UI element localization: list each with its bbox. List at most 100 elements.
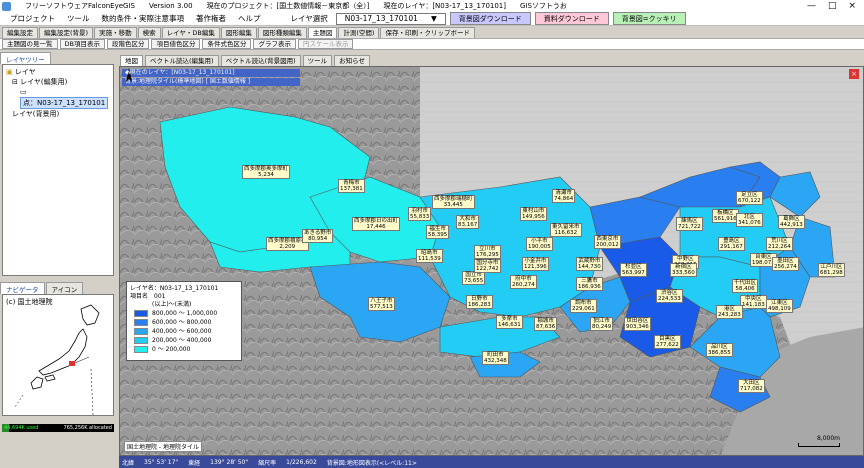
lon-value: 139° 28' 50" [210,458,249,466]
map-credit: 国土地理院 - 地理院タイル [124,441,202,452]
tab-shape-type-edit[interactable]: 図形種類編集 [257,27,307,38]
map-close-button[interactable]: × [849,69,859,79]
tab-shape-edit[interactable]: 図形編集 [220,27,257,38]
main-tabs: 編集設定 編集設定(背景) 実施・移動 検索 レイヤ・DB編集 図形編集 図形種… [0,27,864,38]
layer-select[interactable]: N03-17_13_170101 ▼ [335,12,446,25]
tab-thematic-map[interactable]: 主題図 [307,27,338,38]
region-label: 江東区 498,109 [766,299,793,313]
legend-unit: (以上)〜(未満) [152,301,192,308]
tab-tools[interactable]: ツール [302,55,333,66]
region-label: 三鷹市 186,936 [576,277,603,291]
app-version: Version 3.00 [149,2,193,10]
region-label: 昭島市 111,539 [416,249,443,263]
lat-label: 北緯 [122,459,135,467]
region-label: 大田区 717,082 [738,379,765,393]
tree-group-bg[interactable]: レイヤ(背景用) [6,109,110,119]
map-tabs: 地図 ベクトル読込(編集用) ベクトル読込(背景図用) ツール お知らせ [120,55,371,66]
region-label: 中央区 141,183 [740,295,767,309]
scale-label: 8,000m [816,435,840,442]
tree-root[interactable]: ▣ レイヤ [6,67,110,77]
memory-bar: 44,694K used 765,256K allocated [2,424,114,432]
legend-swatch [134,328,148,335]
north-label: N [128,70,131,75]
region-label: 福生市 58,395 [426,225,450,239]
region-label: 渋谷区 224,533 [656,289,683,303]
japan-overview-icon [14,304,100,415]
tab-save-print[interactable]: 保存・印刷・クリップボード [380,27,475,38]
graph-display-button[interactable]: グラフ表示 [253,39,296,49]
condition-color-button[interactable]: 条件式色区分 [202,39,252,49]
legend-swatch [134,310,148,317]
bg-clear-button[interactable]: 背景図=クッキリ [612,12,686,25]
menu-conditions[interactable]: 数的条件・実際注意事項 [96,13,191,24]
menu-copyright[interactable]: 著作権者 [190,13,232,24]
circle-scale-button: 円スケール表示 [297,39,354,49]
legend-row: 600,000 ～ 800,000 [134,318,238,327]
db-item-display-button[interactable]: DB項目表示 [59,39,105,49]
tab-layer-db[interactable]: レイヤ・DB編集 [161,27,220,38]
navigator-panel: ナビゲータ アイコン (c) 国土地理院 [0,282,116,416]
region-label: 江戸川区 681,298 [818,263,845,277]
menu-project[interactable]: プロジェクト [4,13,61,24]
current-layer-line-2: 背景:地理院タイル(標準地図) [ 国土数値情報 ] [122,78,300,86]
legend-item-value: 001 [154,293,166,300]
region-label: 千代田区 58,406 [732,279,759,293]
memory-allocated: 765,256K allocated [63,425,112,431]
bg-download-button[interactable]: 背景図ダウンロード [449,12,531,25]
region-label: 府中市 260,274 [510,275,537,289]
tab-notices[interactable]: お知らせ [334,55,371,66]
data-download-button[interactable]: 資料ダウンロード [534,12,609,25]
tab-vector-edit[interactable]: ベクトル読込(編集用) [145,55,219,66]
region-label: 小平市 190,005 [526,237,553,251]
chevron-down-icon: ▼ [431,14,437,23]
navigator-map[interactable]: (c) 国土地理院 [2,294,114,416]
layer-select-label: レイヤ選択 [290,14,328,23]
current-layer-line-1: ◆現在のレイヤ：[N03-17_13_170101] [122,69,300,77]
tree-layer-item[interactable]: ▭ 点：N03-17_13_170101 [6,87,110,109]
graded-color-button[interactable]: 段階色区分 [106,39,150,49]
scale-rate-value: 1/226,602 [286,458,317,466]
tab-move[interactable]: 実施・移動 [94,27,137,38]
tab-edit-settings-bg[interactable]: 編集設定(背景) [39,27,94,38]
region-label: 新宿区 333,560 [670,263,697,277]
tab-layer-tree[interactable]: レイヤツリー [0,52,51,64]
region-label: 日野市 186,283 [466,295,493,309]
tab-search[interactable]: 検索 [137,27,161,38]
region-label: 目黒区 277,622 [654,335,681,349]
tab-vector-bg[interactable]: ベクトル読込(背景図用) [220,55,301,66]
tab-edit-settings[interactable]: 編集設定 [2,27,38,38]
region-label: 西多摩郡奥多摩町 5,234 [242,165,291,179]
region-label: 国分寺市 122,742 [474,259,501,273]
minimize-button[interactable]: — [807,1,816,11]
folder-icon: ▣ [6,68,13,76]
region-label: 品川区 386,855 [706,343,733,357]
tree-group-edit[interactable]: ⊟ レイヤ(編集用) [6,77,110,87]
tab-map[interactable]: 地図 [120,55,143,66]
close-window-button[interactable]: × [848,1,856,11]
tab-icon[interactable]: アイコン [45,282,84,294]
legend: レイヤ名：N03-17_13_170101 項目名 001 (以上)〜(未満) … [126,281,242,361]
region-label: 多摩市 146,631 [496,315,523,329]
region-label: 大和市 83,167 [456,215,480,229]
legend-swatch [134,337,148,344]
region-label: 杉並区 563,997 [620,263,647,277]
navigator-credit: (c) 国土地理院 [6,298,53,306]
region-label: 荒川区 212,264 [766,237,793,251]
region-label: 八王子市 577,513 [368,297,395,311]
memory-used: 44,694K used [4,425,39,431]
tab-navigator[interactable]: ナビゲータ [0,282,45,294]
menu-tools[interactable]: ツール [61,13,96,24]
layer-icon: ▭ [20,88,27,96]
maximize-button[interactable]: □ [828,1,837,11]
region-label: 西多摩郡瑞穂町 33,445 [432,195,475,209]
tab-measure[interactable]: 計測(空間) [338,27,380,38]
thematic-list-button[interactable]: 主題図の見一覧 [2,39,58,49]
region-label: 世田谷区 903,346 [624,317,651,331]
region-label: 西多摩郡日の出町 17,446 [352,217,401,231]
map-canvas[interactable]: ◆現在のレイヤ：[N03-17_13_170101] 背景:地理院タイル(標準地… [119,66,864,456]
region-label: 羽村市 55,833 [408,207,432,221]
layer-tree: ▣ レイヤ ⊟ レイヤ(編集用) ▭ 点：N03-17_13_170101 レイ… [2,64,114,276]
item-value-color-button[interactable]: 項目値色区分 [151,39,201,49]
legend-title: レイヤ名：N03-17_13_170101 [130,285,219,292]
menu-help[interactable]: ヘルプ [232,13,267,24]
